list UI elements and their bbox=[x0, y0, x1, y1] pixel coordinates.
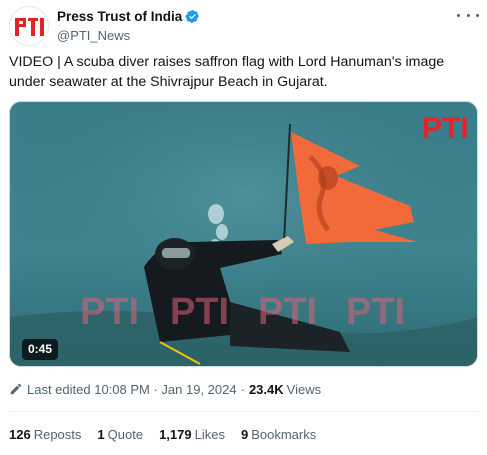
video-thumbnail: PTI PTI PTI PTI PTI bbox=[10, 102, 477, 366]
likes-stat[interactable]: 1,179 Likes bbox=[159, 427, 225, 442]
svg-text:PTI: PTI bbox=[170, 291, 229, 333]
edited-timestamp[interactable]: Last edited 10:08 PM · Jan 19, 2024 bbox=[27, 382, 237, 397]
meta-separator: · bbox=[240, 381, 245, 397]
verified-badge-icon bbox=[185, 9, 200, 23]
video-duration-badge: 0:45 bbox=[22, 339, 59, 360]
author-handle[interactable]: @PTI_News bbox=[57, 28, 200, 43]
reposts-label: Reposts bbox=[33, 426, 82, 442]
svg-text:PTI: PTI bbox=[258, 291, 317, 333]
edit-pencil-icon bbox=[10, 383, 22, 395]
bookmarks-label: Bookmarks bbox=[251, 426, 317, 442]
likes-label: Likes bbox=[194, 426, 225, 442]
views-label: Views bbox=[286, 381, 322, 397]
video-player[interactable]: PTI PTI PTI PTI PTI 0:45 bbox=[9, 101, 478, 367]
likes-count: 1,179 bbox=[159, 426, 192, 442]
channel-logo: PTI bbox=[422, 112, 469, 145]
author-name[interactable]: Press Trust of India bbox=[57, 9, 182, 24]
bookmarks-count: 9 bbox=[240, 426, 249, 442]
quotes-stat[interactable]: 1 Quote bbox=[97, 427, 143, 442]
bookmarks-stat[interactable]: 9 Bookmarks bbox=[241, 427, 316, 442]
more-options-icon[interactable] bbox=[457, 8, 479, 22]
tweet-header: Press Trust of India @PTI_News bbox=[9, 6, 479, 46]
quotes-label: Quote bbox=[107, 426, 144, 442]
svg-text:PTI: PTI bbox=[346, 291, 405, 333]
reposts-count: 126 bbox=[9, 426, 31, 442]
tweet: Press Trust of India @PTI_News VIDEO | A… bbox=[0, 0, 487, 455]
pti-logo-icon bbox=[10, 7, 48, 45]
avatar[interactable] bbox=[9, 6, 49, 46]
quotes-count: 1 bbox=[97, 426, 105, 442]
reposts-stat[interactable]: 126 Reposts bbox=[9, 427, 81, 442]
svg-text:PTI: PTI bbox=[80, 291, 139, 333]
views-count: 23.4K bbox=[248, 381, 284, 397]
divider bbox=[9, 411, 479, 412]
engagement-stats: 126 Reposts 1 Quote 1,179 Likes 9 Bookma… bbox=[9, 425, 332, 443]
tweet-meta: Last edited 10:08 PM · Jan 19, 2024 · 23… bbox=[9, 380, 321, 398]
tweet-text: VIDEO | A scuba diver raises saffron fla… bbox=[9, 54, 445, 90]
